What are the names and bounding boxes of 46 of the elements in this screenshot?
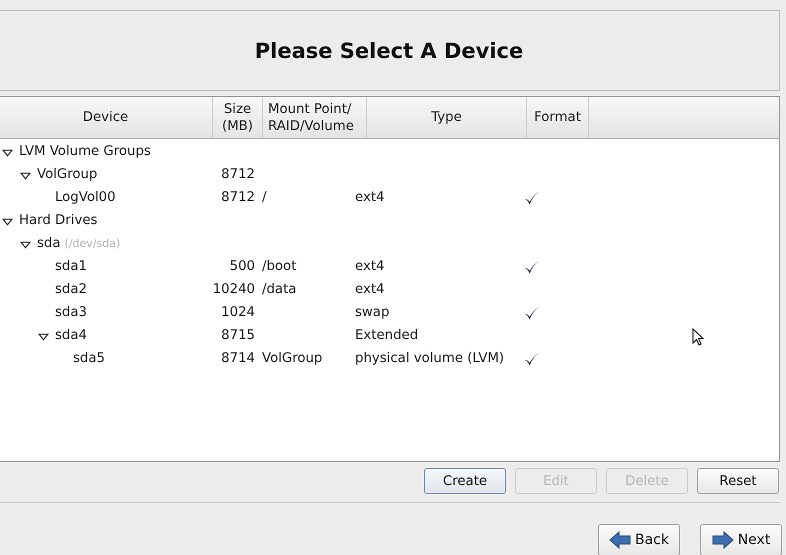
navigation-button[interactable]: Next	[700, 524, 782, 555]
size-value: 8712	[221, 167, 255, 182]
device-name[interactable]: sda1	[55, 259, 87, 274]
size-value: 1024	[221, 305, 255, 320]
device-name[interactable]: sda5	[73, 351, 105, 366]
column-header[interactable]: Format	[527, 97, 589, 138]
column-header[interactable]: Size (MB)	[213, 97, 263, 138]
action-button[interactable]: Reset	[697, 468, 779, 494]
size-value: 8715	[221, 328, 255, 343]
left-arrow-icon	[609, 531, 631, 549]
filesystem-type: Extended	[355, 328, 418, 343]
filesystem-type: ext4	[355, 190, 384, 205]
device-name[interactable]: Hard Drives	[19, 213, 98, 228]
mount-point: VolGroup	[262, 351, 322, 366]
device-name[interactable]: sda	[37, 236, 61, 251]
page-title: Please Select A Device	[254, 38, 524, 62]
expander-icon[interactable]	[2, 218, 13, 226]
expander-icon[interactable]	[20, 172, 31, 180]
expander-icon[interactable]	[38, 333, 49, 341]
size-value: 500	[230, 259, 255, 274]
mouse-pointer-icon	[692, 328, 704, 346]
size-value: 8714	[221, 351, 255, 366]
device-name[interactable]: sda4	[55, 328, 87, 343]
device-name[interactable]: sda2	[55, 282, 87, 297]
mount-point: /data	[262, 282, 296, 297]
device-name[interactable]: LogVol00	[55, 190, 116, 205]
column-header[interactable]: Device	[0, 97, 213, 138]
device-name[interactable]: VolGroup	[37, 167, 98, 182]
mount-point: /boot	[262, 259, 296, 274]
filesystem-type: physical volume (LVM)	[355, 351, 504, 366]
size-value: 8712	[221, 190, 255, 205]
action-button[interactable]: Create	[424, 468, 506, 494]
device-name[interactable]: sda3	[55, 305, 87, 320]
filesystem-type: swap	[355, 305, 390, 320]
expander-icon[interactable]	[2, 149, 13, 157]
device-name[interactable]: LVM Volume Groups	[19, 144, 151, 159]
right-arrow-icon	[712, 531, 734, 549]
filesystem-type: ext4	[355, 259, 384, 274]
navigation-button[interactable]: Back	[598, 524, 680, 555]
column-header[interactable]: Type	[367, 97, 527, 138]
mount-point: /	[262, 190, 266, 205]
device-path: (/dev/sda)	[64, 237, 120, 250]
expander-icon[interactable]	[20, 241, 31, 249]
size-value: 10240	[212, 282, 255, 297]
column-header[interactable]: Mount Point/ RAID/Volume	[263, 97, 367, 138]
filesystem-type: ext4	[355, 282, 384, 297]
